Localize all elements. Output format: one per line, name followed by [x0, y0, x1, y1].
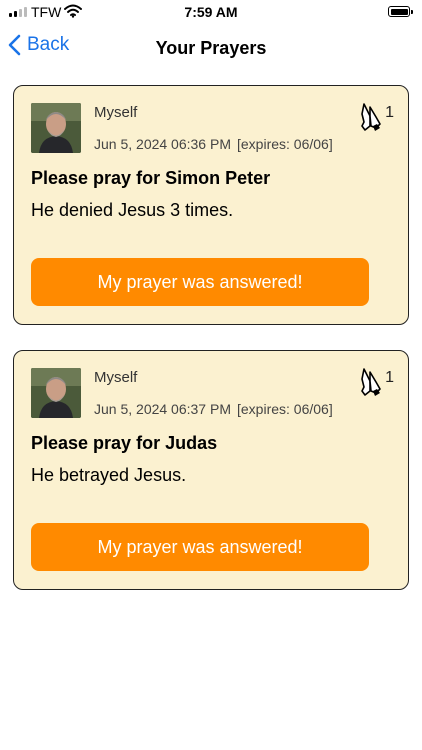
page-title: Your Prayers [155, 38, 267, 58]
prayer-answered-button[interactable]: My prayer was answered! [31, 523, 369, 571]
prayer-answered-button[interactable]: My prayer was answered! [31, 258, 369, 306]
prayer-title: Please pray for Judas [31, 433, 218, 453]
prayer-count: 1 [385, 104, 394, 121]
prayer-count-button[interactable]: 1 [359, 367, 394, 397]
prayer-count: 1 [385, 369, 394, 386]
status-time: 7:59 AM [184, 4, 238, 20]
author-name: Myself [94, 369, 138, 386]
battery-icon [388, 6, 413, 17]
prayer-body: He betrayed Jesus. [31, 465, 187, 485]
prayer-card: Myself Jun 5, 2024 06:36 PM [expires: 06/… [13, 85, 409, 325]
prayer-body: He denied Jesus 3 times. [31, 200, 234, 220]
status-bar: TFW 7:59 AM [0, 0, 422, 26]
date-text: Jun 5, 2024 06:36 PM [94, 136, 231, 152]
date-text: Jun 5, 2024 06:37 PM [94, 401, 231, 417]
post-date: Jun 5, 2024 06:36 PM [expires: 06/06] [94, 136, 333, 152]
prayer-card: Myself Jun 5, 2024 06:37 PM [expires: 06/… [13, 350, 409, 590]
nav-bar: Back Your Prayers [0, 30, 422, 66]
praying-hands-icon [361, 103, 381, 131]
prayer-title: Please pray for Simon Peter [31, 168, 271, 188]
expires-text: [expires: 06/06] [237, 401, 333, 417]
prayer-count-button[interactable]: 1 [359, 102, 394, 132]
avatar [31, 103, 81, 153]
post-date: Jun 5, 2024 06:37 PM [expires: 06/06] [94, 401, 333, 417]
praying-hands-icon [361, 368, 381, 396]
author-name: Myself [94, 104, 138, 121]
avatar [31, 368, 81, 418]
expires-text: [expires: 06/06] [237, 136, 333, 152]
